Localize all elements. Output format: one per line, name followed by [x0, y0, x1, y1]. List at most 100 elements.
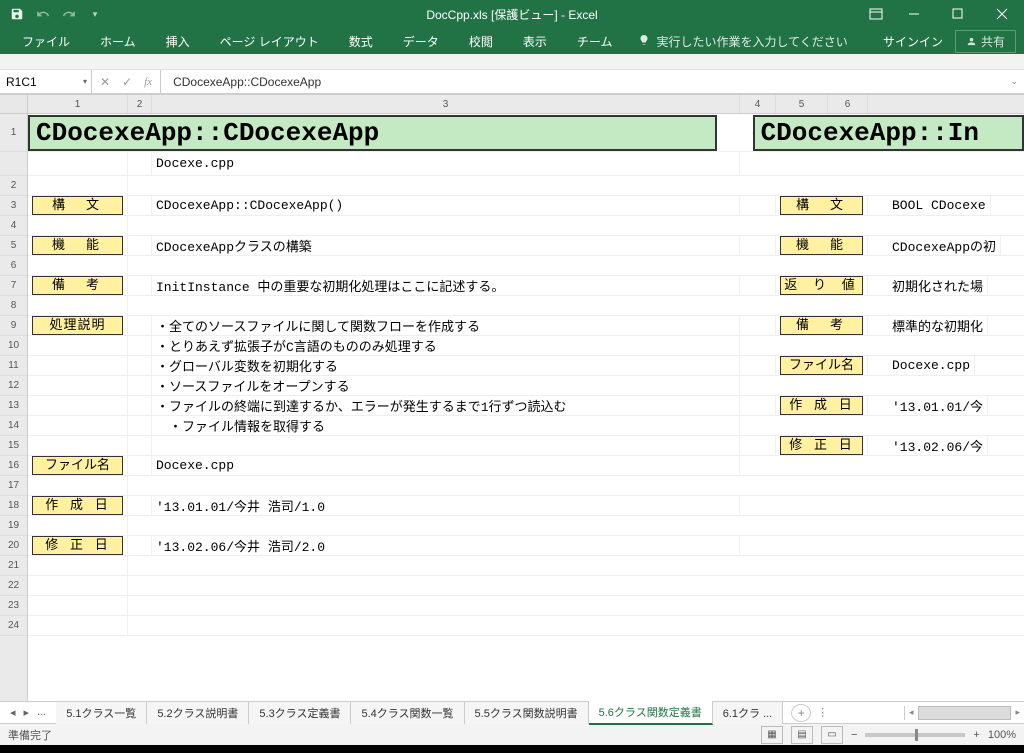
col-header[interactable]: 2: [128, 95, 152, 113]
row-header[interactable]: 6: [0, 256, 27, 276]
label-process[interactable]: 処理説明: [32, 316, 123, 335]
row-header[interactable]: 12: [0, 376, 27, 396]
ribbon-tab-team[interactable]: チーム: [563, 29, 627, 54]
tell-me-search[interactable]: 実行したい作業を入力してください: [638, 33, 847, 50]
ribbon-tab-pagelayout[interactable]: ページ レイアウト: [206, 29, 333, 54]
ribbon-tab-review[interactable]: 校閲: [455, 29, 507, 54]
cell[interactable]: ・ファイルの終端に到達するか、エラーが発生するまで1行ずつ読込む: [152, 396, 740, 415]
cell[interactable]: 初期化された場: [868, 276, 988, 295]
maximize-button[interactable]: [936, 0, 980, 28]
label-remark[interactable]: 備 考: [32, 276, 123, 295]
label-filename[interactable]: ファイル名: [32, 456, 123, 475]
label-function[interactable]: 機 能: [32, 236, 123, 255]
chevron-down-icon[interactable]: ▾: [83, 77, 87, 86]
cell[interactable]: Docexe.cpp: [152, 456, 740, 475]
row-header[interactable]: 2: [0, 176, 27, 196]
cell[interactable]: '13.02.06/今井 浩司/2.0: [152, 536, 740, 555]
col-header[interactable]: 5: [776, 95, 828, 113]
view-normal-icon[interactable]: ▦: [761, 726, 783, 744]
cell[interactable]: ・とりあえず拡張子がC言語のもののみ処理する: [152, 336, 740, 355]
redo-icon[interactable]: [58, 3, 80, 25]
cell[interactable]: ・ファイル情報を取得する: [152, 416, 740, 435]
cell[interactable]: ・グローバル変数を初期化する: [152, 356, 740, 375]
signin-link[interactable]: サインイン: [883, 33, 943, 50]
cell[interactable]: Docexe.cpp: [868, 356, 975, 375]
tab-nav-first-icon[interactable]: ◂: [10, 706, 16, 719]
sheet-tab[interactable]: 6.1クラ ...: [713, 702, 784, 724]
sheet-tab[interactable]: 5.5クラス関数説明書: [465, 702, 589, 724]
row-header[interactable]: 23: [0, 596, 27, 616]
cell[interactable]: InitInstance 中の重要な初期化処理はここに記述する。: [152, 276, 740, 295]
tab-nav-more[interactable]: ...: [37, 706, 46, 719]
row-header[interactable]: 21: [0, 556, 27, 576]
ribbon-tab-view[interactable]: 表示: [509, 29, 561, 54]
row-header[interactable]: 13: [0, 396, 27, 416]
col-header[interactable]: 6: [828, 95, 868, 113]
label-created[interactable]: 作 成 日: [32, 496, 123, 515]
row-header[interactable]: 16: [0, 456, 27, 476]
col-header[interactable]: 1: [28, 95, 128, 113]
sheet-tab[interactable]: 5.1クラス一覧: [56, 702, 147, 724]
formula-input[interactable]: CDocexeApp::CDocexeApp ⌄: [161, 70, 1024, 93]
ribbon-tab-formulas[interactable]: 数式: [335, 29, 387, 54]
row-header[interactable]: 4: [0, 216, 27, 236]
row-header[interactable]: 19: [0, 516, 27, 536]
row-header[interactable]: 8: [0, 296, 27, 316]
col-header[interactable]: 4: [740, 95, 776, 113]
cell[interactable]: 標準的な初期化: [868, 316, 988, 335]
ribbon-display-options-icon[interactable]: [860, 0, 892, 28]
label-remark-r[interactable]: 備 考: [780, 316, 863, 335]
worksheet[interactable]: CDocexeApp::CDocexeApp CDocexeApp::In Do…: [28, 114, 1024, 636]
col-header[interactable]: 3: [152, 95, 740, 113]
label-syntax-r[interactable]: 構 文: [780, 196, 863, 215]
row-header[interactable]: 20: [0, 536, 27, 556]
row-header[interactable]: 15: [0, 436, 27, 456]
row-header[interactable]: 24: [0, 616, 27, 636]
tab-options-icon[interactable]: ⋮: [817, 706, 828, 719]
cell[interactable]: BOOL CDocexe: [868, 196, 991, 215]
view-pagebreak-icon[interactable]: ▭: [821, 726, 843, 744]
cell[interactable]: ・全てのソースファイルに関して関数フローを作成する: [152, 316, 740, 335]
row-header[interactable]: 7: [0, 276, 27, 296]
share-button[interactable]: 共有: [955, 30, 1016, 53]
sheet-tab[interactable]: 5.3クラス定義書: [249, 702, 351, 724]
sheet-tab-active[interactable]: 5.6クラス関数定義書: [589, 701, 713, 725]
cell[interactable]: CDocexeApp::CDocexeApp(): [152, 196, 740, 215]
zoom-in-button[interactable]: +: [973, 729, 979, 741]
close-button[interactable]: [980, 0, 1024, 28]
label-retval-r[interactable]: 返 り 値: [780, 276, 863, 295]
cell[interactable]: '13.01.01/今: [868, 396, 988, 415]
row-header[interactable]: 11: [0, 356, 27, 376]
section-title-left[interactable]: CDocexeApp::CDocexeApp: [28, 115, 717, 151]
save-icon[interactable]: [6, 3, 28, 25]
section-title-right[interactable]: CDocexeApp::In: [753, 115, 1024, 151]
formula-enter-icon[interactable]: ✓: [122, 75, 132, 89]
row-header[interactable]: 5: [0, 236, 27, 256]
label-modified[interactable]: 修 正 日: [32, 536, 123, 555]
label-filename-r[interactable]: ファイル名: [780, 356, 863, 375]
tab-nav-next-icon[interactable]: ▸: [24, 706, 30, 719]
minimize-button[interactable]: [892, 0, 936, 28]
formula-expand-icon[interactable]: ⌄: [1010, 76, 1018, 87]
cell[interactable]: '13.01.01/今井 浩司/1.0: [152, 496, 740, 515]
horizontal-scrollbar[interactable]: ◂ ▸: [904, 706, 1024, 720]
qat-customize-icon[interactable]: ▾: [84, 3, 106, 25]
label-function-r[interactable]: 機 能: [780, 236, 863, 255]
row-header[interactable]: 10: [0, 336, 27, 356]
ribbon-tab-insert[interactable]: 挿入: [152, 29, 204, 54]
row-header[interactable]: 3: [0, 196, 27, 216]
source-file[interactable]: Docexe.cpp: [152, 152, 740, 175]
name-box[interactable]: R1C1 ▾: [0, 70, 92, 93]
zoom-out-button[interactable]: −: [851, 729, 857, 741]
sheet-tab[interactable]: 5.4クラス関数一覧: [351, 702, 464, 724]
label-syntax[interactable]: 構 文: [32, 196, 123, 215]
formula-cancel-icon[interactable]: ✕: [100, 75, 110, 89]
undo-icon[interactable]: [32, 3, 54, 25]
cell[interactable]: '13.02.06/今: [868, 436, 988, 455]
row-header[interactable]: [0, 152, 27, 176]
zoom-level[interactable]: 100%: [988, 729, 1016, 741]
cell[interactable]: ・ソースファイルをオープンする: [152, 376, 740, 395]
row-header[interactable]: 18: [0, 496, 27, 516]
add-sheet-button[interactable]: +: [791, 704, 811, 722]
row-header[interactable]: 17: [0, 476, 27, 496]
